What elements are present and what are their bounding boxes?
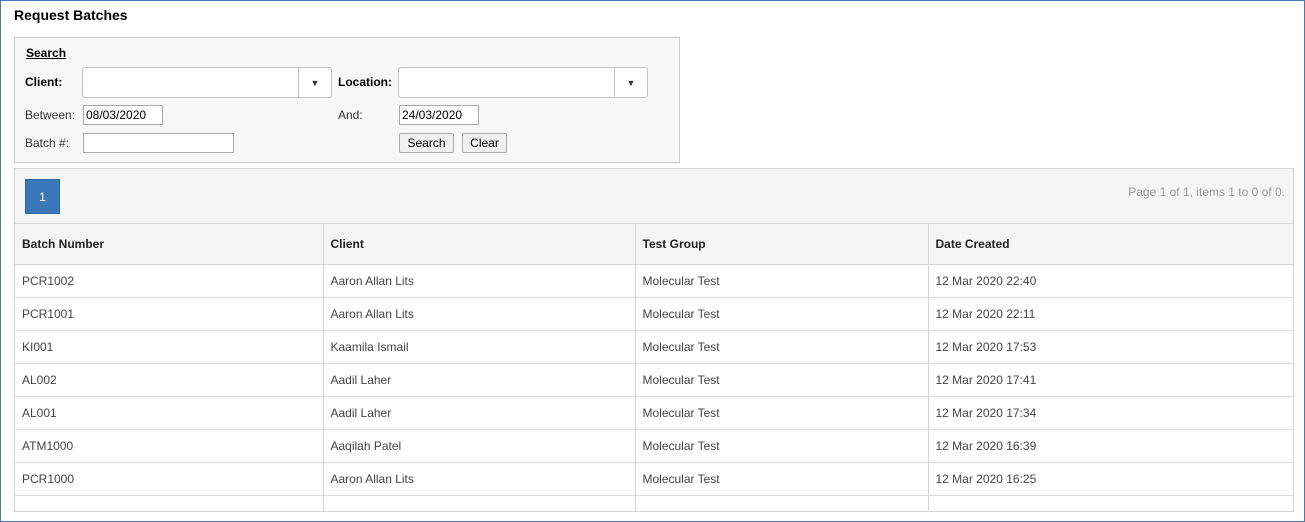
cell-test-group: Molecular Test	[635, 330, 929, 364]
cell-batch-number: PCR1000	[15, 462, 324, 496]
batches-grid: 1 Page 1 of 1, items 1 to 0 of 0. Batch …	[14, 168, 1294, 512]
cell-empty	[15, 495, 324, 511]
cell-batch-number: AL001	[15, 396, 324, 430]
client-label: Client:	[25, 75, 63, 89]
column-header-test-group[interactable]: Test Group	[635, 224, 929, 265]
table-row[interactable]: AL002 Aadil Laher Molecular Test 12 Mar …	[15, 363, 1293, 397]
cell-test-group: Molecular Test	[635, 429, 929, 463]
cell-test-group: Molecular Test	[635, 297, 929, 331]
location-label: Location:	[338, 75, 392, 89]
cell-client: Aadil Laher	[323, 363, 636, 397]
and-date-input[interactable]	[399, 105, 479, 125]
cell-client: Aaron Allan Lits	[323, 462, 636, 496]
cell-empty	[323, 495, 636, 511]
between-label: Between:	[25, 108, 76, 122]
chevron-down-icon[interactable]: ▼	[614, 68, 647, 97]
page-title: Request Batches	[14, 7, 128, 23]
table-row[interactable]: ATM1000 Aaqilah Patel Molecular Test 12 …	[15, 429, 1293, 463]
chevron-down-icon[interactable]: ▼	[298, 68, 331, 97]
cell-test-group: Molecular Test	[635, 264, 929, 298]
cell-client: Kaamila Ismail	[323, 330, 636, 364]
table-row[interactable]: PCR1000 Aaron Allan Lits Molecular Test …	[15, 462, 1293, 496]
cell-date-created: 12 Mar 2020 16:39	[928, 429, 1293, 463]
cell-date-created: 12 Mar 2020 22:11	[928, 297, 1293, 331]
search-button[interactable]: Search	[399, 133, 454, 153]
cell-client: Aadil Laher	[323, 396, 636, 430]
table-header-row: Batch Number Client Test Group Date Crea…	[15, 224, 1293, 265]
cell-client: Aaron Allan Lits	[323, 297, 636, 331]
cell-client: Aaron Allan Lits	[323, 264, 636, 298]
pager: 1 Page 1 of 1, items 1 to 0 of 0.	[15, 169, 1293, 224]
column-header-batch-number[interactable]: Batch Number	[15, 224, 324, 265]
cell-date-created: 12 Mar 2020 22:40	[928, 264, 1293, 298]
search-panel: Search Client: ▼ Location: ▼ Between: An…	[14, 37, 680, 163]
cell-batch-number: KI001	[15, 330, 324, 364]
clear-button[interactable]: Clear	[462, 133, 507, 153]
window-frame: Request Batches Search Client: ▼ Locatio…	[0, 0, 1305, 522]
cell-date-created: 12 Mar 2020 17:41	[928, 363, 1293, 397]
cell-test-group: Molecular Test	[635, 363, 929, 397]
cell-batch-number: ATM1000	[15, 429, 324, 463]
table-row[interactable]: AL001 Aadil Laher Molecular Test 12 Mar …	[15, 396, 1293, 430]
location-dropdown[interactable]: ▼	[398, 67, 648, 98]
column-header-date-created[interactable]: Date Created	[928, 224, 1293, 265]
cell-empty	[928, 495, 1293, 511]
batch-label: Batch #:	[25, 136, 70, 150]
cell-client: Aaqilah Patel	[323, 429, 636, 463]
batches-table: Batch Number Client Test Group Date Crea…	[15, 224, 1293, 511]
cell-test-group: Molecular Test	[635, 462, 929, 496]
table-row-empty	[15, 495, 1293, 511]
cell-date-created: 12 Mar 2020 16:25	[928, 462, 1293, 496]
cell-date-created: 12 Mar 2020 17:34	[928, 396, 1293, 430]
search-heading: Search	[26, 46, 67, 60]
page-1-button[interactable]: 1	[25, 179, 60, 214]
cell-empty	[635, 495, 929, 511]
pager-info: Page 1 of 1, items 1 to 0 of 0.	[1128, 185, 1285, 199]
cell-batch-number: PCR1001	[15, 297, 324, 331]
cell-date-created: 12 Mar 2020 17:53	[928, 330, 1293, 364]
client-dropdown[interactable]: ▼	[82, 67, 332, 98]
table-row[interactable]: PCR1001 Aaron Allan Lits Molecular Test …	[15, 297, 1293, 331]
table-row[interactable]: KI001 Kaamila Ismail Molecular Test 12 M…	[15, 330, 1293, 364]
cell-test-group: Molecular Test	[635, 396, 929, 430]
batch-number-input[interactable]	[83, 133, 234, 153]
between-date-input[interactable]	[83, 105, 163, 125]
and-label: And:	[338, 108, 363, 122]
column-header-client[interactable]: Client	[323, 224, 636, 265]
cell-batch-number: AL002	[15, 363, 324, 397]
cell-batch-number: PCR1002	[15, 264, 324, 298]
table-row[interactable]: PCR1002 Aaron Allan Lits Molecular Test …	[15, 264, 1293, 298]
